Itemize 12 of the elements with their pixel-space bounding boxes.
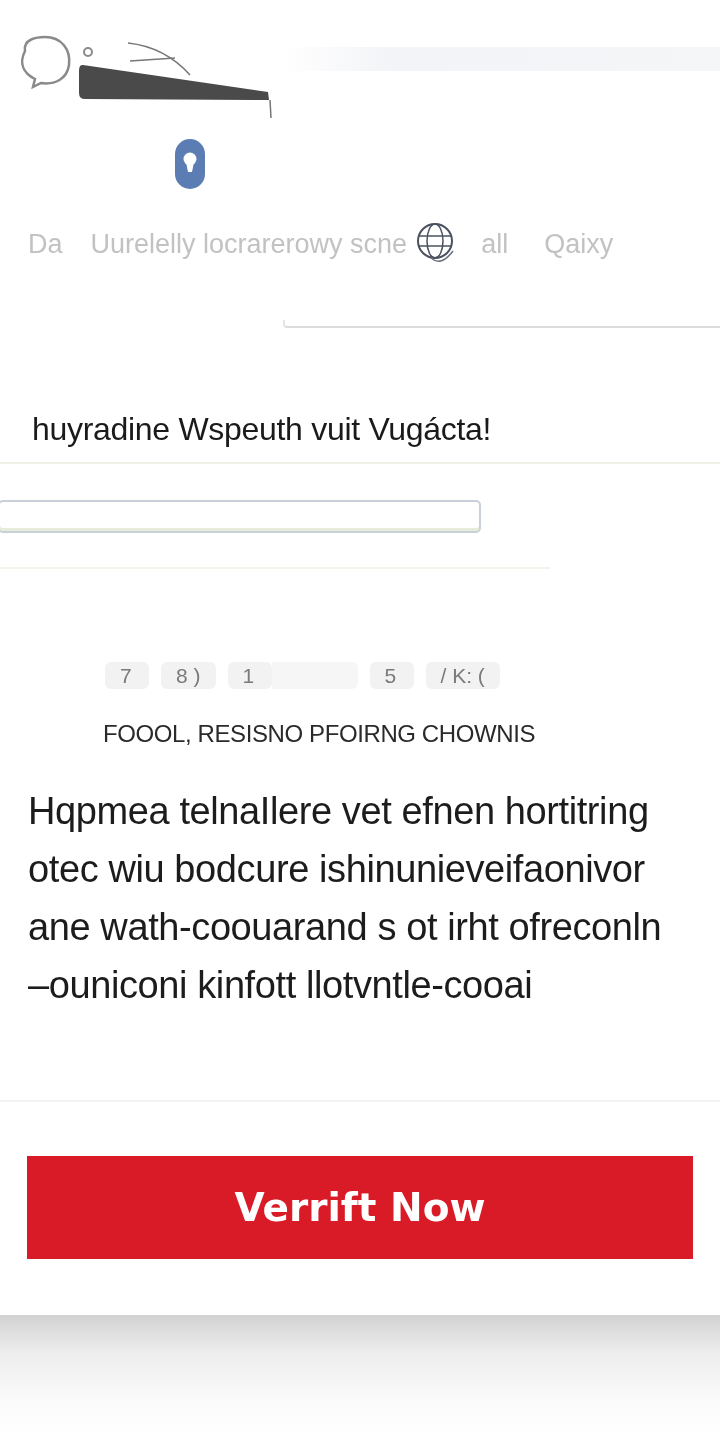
code-field[interactable]: 7 bbox=[105, 662, 149, 689]
page-heading: huyradine Wspeuth vuit Vugácta! bbox=[32, 410, 493, 448]
body-paragraph: Hqpmea telnaIlere vet efnen hortitring otec wiu bodcure ishinunieveifaonivor ane wath-coouarand s ot irht ofreconln –ouniconi kinfott llotvntle-cooai bbox=[28, 789, 663, 1008]
code-field[interactable]: / K: ( bbox=[425, 662, 500, 689]
input-field[interactable] bbox=[0, 500, 481, 533]
primary-button[interactable]: Verrift Now bbox=[27, 1156, 693, 1259]
code-field[interactable]: 8 ) bbox=[161, 662, 216, 689]
code-field[interactable]: 5 bbox=[369, 662, 414, 689]
fill-in-line[interactable] bbox=[283, 320, 720, 328]
code-field[interactable]: 1 bbox=[227, 662, 272, 689]
keyhole-icon bbox=[174, 138, 206, 190]
caption-text: FOOOL, RESISNO PFOIRNG CHOWNIS bbox=[103, 720, 537, 748]
